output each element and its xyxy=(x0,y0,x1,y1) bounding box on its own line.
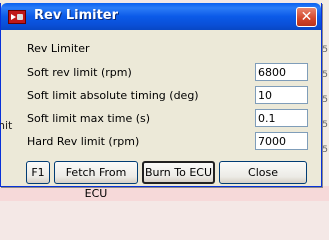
background-right-number: 5 xyxy=(322,120,328,130)
background-bottom-area xyxy=(0,186,329,201)
soft-limit-timing-label: Soft limit absolute timing (deg) xyxy=(27,89,199,102)
soft-rev-limit-input[interactable] xyxy=(255,63,308,81)
soft-limit-max-time-input[interactable] xyxy=(255,109,308,127)
close-button[interactable]: Close xyxy=(219,161,307,184)
background-right-number: 5 xyxy=(322,145,328,155)
rev-limiter-dialog: Rev Limiter ✕ Rev Limiter Soft rev limit… xyxy=(0,3,322,200)
hard-rev-limit-label: Hard Rev limit (rpm) xyxy=(27,135,140,148)
background-right-number: 5 xyxy=(322,70,328,80)
background-left-fragment: nit xyxy=(0,119,13,132)
hard-rev-limit-input[interactable] xyxy=(255,132,308,150)
background-right-number: 5 xyxy=(322,45,328,55)
background-right-number: 5 xyxy=(322,95,328,105)
fetch-from-ecu-button[interactable]: Fetch From ECU xyxy=(54,161,138,200)
f1-help-button[interactable]: F1 xyxy=(26,161,50,184)
soft-rev-limit-label: Soft rev limit (rpm) xyxy=(27,66,132,79)
window-title: Rev Limiter xyxy=(34,8,119,23)
app-icon xyxy=(8,10,26,24)
soft-limit-timing-input[interactable] xyxy=(255,86,308,104)
title-bar[interactable]: Rev Limiter ✕ xyxy=(1,3,321,30)
burn-to-ecu-button[interactable]: Burn To ECU xyxy=(142,161,215,184)
close-icon[interactable]: ✕ xyxy=(296,7,317,27)
soft-limit-max-time-label: Soft limit max time (s) xyxy=(27,112,151,125)
section-title: Rev Limiter xyxy=(27,42,90,55)
